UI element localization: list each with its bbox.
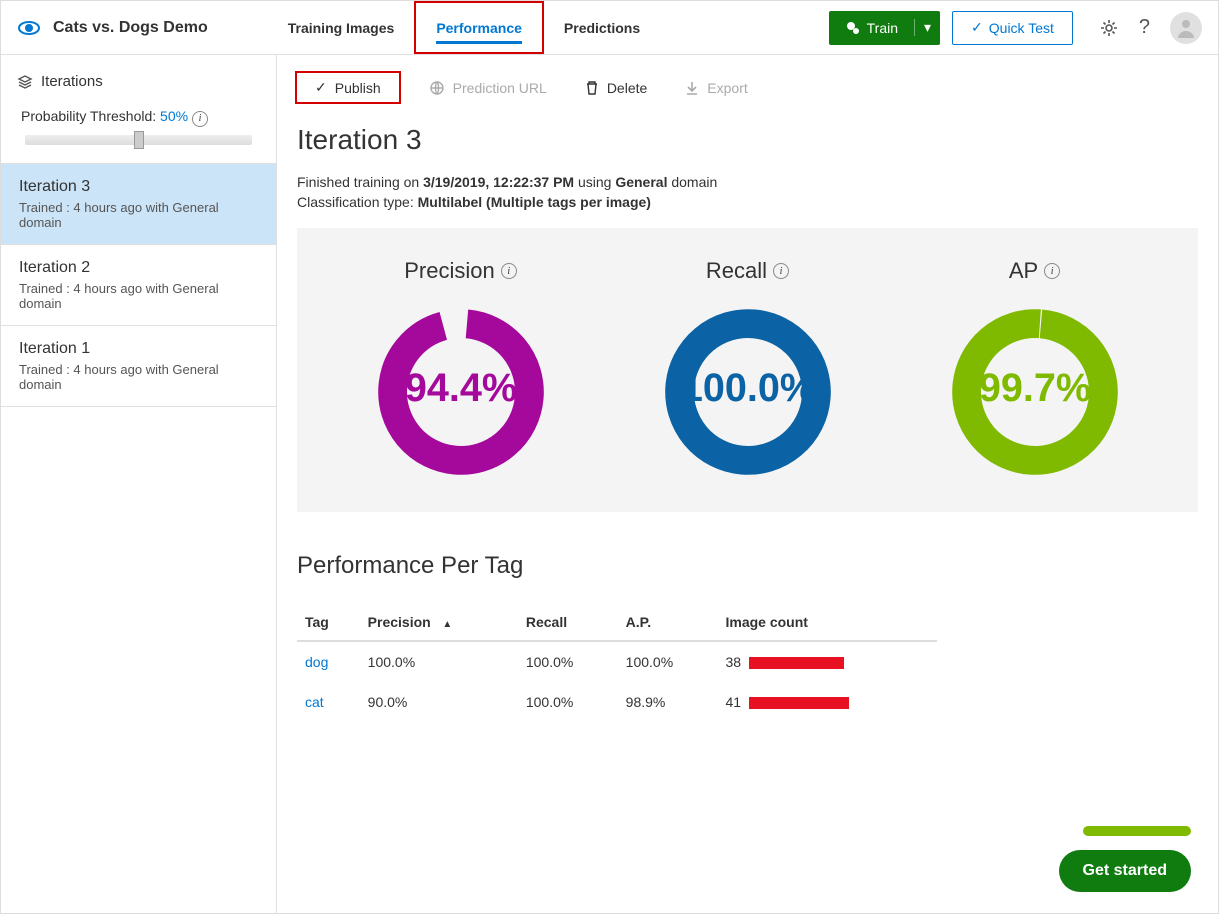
- recall-label: Recall: [706, 258, 767, 284]
- metric-precision: Precision i 94.4%: [371, 258, 551, 482]
- quick-test-label: Quick Test: [989, 20, 1054, 36]
- tab-performance[interactable]: Performance: [414, 1, 544, 54]
- iteration-item-subtitle: Trained : 4 hours ago with General domai…: [19, 200, 258, 230]
- project-title: Cats vs. Dogs Demo: [53, 19, 208, 37]
- iteration-item-title: Iteration 3: [19, 178, 258, 196]
- help-icon[interactable]: ?: [1139, 16, 1150, 39]
- performance-table: Tag Precision ▲ Recall A.P. Image count …: [297, 604, 937, 722]
- train-label: Train: [867, 20, 898, 36]
- cell-ap: 100.0%: [618, 641, 718, 682]
- logo-eye-icon: [17, 16, 41, 40]
- check-icon: ✓: [971, 19, 983, 36]
- ap-label: AP: [1009, 258, 1038, 284]
- cell-recall: 100.0%: [518, 641, 618, 682]
- table-row: cat 90.0% 100.0% 98.9% 41: [297, 682, 937, 722]
- export-label: Export: [707, 80, 747, 96]
- layers-icon: [17, 74, 33, 90]
- ap-donut-chart: 99.7%: [945, 302, 1125, 482]
- count-bar: [749, 657, 844, 669]
- info-icon[interactable]: i: [192, 111, 208, 127]
- col-image-count[interactable]: Image count: [717, 604, 937, 641]
- sidebar-heading: Iterations: [1, 55, 276, 102]
- cell-precision: 100.0%: [360, 641, 518, 682]
- precision-donut-chart: 94.4%: [371, 302, 551, 482]
- iteration-item-title: Iteration 1: [19, 340, 258, 358]
- performance-per-tag-heading: Performance Per Tag: [297, 552, 1198, 580]
- slider-handle[interactable]: [134, 131, 144, 149]
- probability-threshold: Probability Threshold: 50% i: [1, 102, 276, 163]
- col-ap[interactable]: A.P.: [618, 604, 718, 641]
- app-header: Cats vs. Dogs Demo Training Images Perfo…: [1, 1, 1218, 55]
- train-dropdown[interactable]: ▾: [914, 19, 940, 36]
- cell-image-count: 38: [717, 641, 937, 682]
- train-button[interactable]: Train ▾: [829, 11, 940, 45]
- main-panel: ✓ Publish Prediction URL Delete Export: [277, 55, 1218, 913]
- cell-image-count: 41: [717, 682, 937, 722]
- recall-donut-chart: 100.0%: [658, 302, 838, 482]
- col-tag[interactable]: Tag: [297, 604, 360, 641]
- iteration-item-title: Iteration 2: [19, 259, 258, 277]
- svg-text:94.4%: 94.4%: [404, 366, 516, 410]
- info-icon[interactable]: i: [1044, 263, 1060, 279]
- info-icon[interactable]: i: [773, 263, 789, 279]
- col-precision[interactable]: Precision ▲: [360, 604, 518, 641]
- publish-button[interactable]: ✓ Publish: [295, 71, 401, 104]
- threshold-slider[interactable]: [25, 135, 252, 145]
- tag-link[interactable]: cat: [305, 694, 324, 710]
- col-recall[interactable]: Recall: [518, 604, 618, 641]
- iteration-item-subtitle: Trained : 4 hours ago with General domai…: [19, 281, 258, 311]
- prediction-url-button[interactable]: Prediction URL: [419, 76, 557, 100]
- tab-training-images[interactable]: Training Images: [268, 1, 415, 54]
- svg-text:100.0%: 100.0%: [680, 366, 814, 410]
- iteration-toolbar: ✓ Publish Prediction URL Delete Export: [277, 55, 1218, 114]
- download-icon: [685, 80, 699, 96]
- prediction-url-label: Prediction URL: [453, 80, 547, 96]
- iteration-item-subtitle: Trained : 4 hours ago with General domai…: [19, 362, 258, 392]
- count-bar: [749, 697, 849, 709]
- cell-recall: 100.0%: [518, 682, 618, 722]
- sidebar-heading-text: Iterations: [41, 73, 103, 90]
- get-started-progress: [1083, 826, 1191, 836]
- gears-icon: [845, 20, 861, 36]
- quick-test-button[interactable]: ✓ Quick Test: [952, 11, 1073, 45]
- check-icon: ✓: [315, 79, 327, 96]
- iteration-item[interactable]: Iteration 3 Trained : 4 hours ago with G…: [1, 163, 276, 244]
- cell-precision: 90.0%: [360, 682, 518, 722]
- finished-training-line: Finished training on 3/19/2019, 12:22:37…: [297, 174, 1198, 190]
- delete-button[interactable]: Delete: [575, 76, 657, 100]
- get-started-button[interactable]: Get started: [1059, 850, 1191, 892]
- iteration-item[interactable]: Iteration 2 Trained : 4 hours ago with G…: [1, 244, 276, 325]
- classification-type-line: Classification type: Multilabel (Multipl…: [297, 194, 1198, 210]
- info-icon[interactable]: i: [501, 263, 517, 279]
- avatar[interactable]: [1170, 12, 1202, 44]
- sort-caret-up-icon: ▲: [442, 619, 452, 630]
- metric-recall: Recall i 100.0%: [658, 258, 838, 482]
- globe-icon: [429, 80, 445, 96]
- precision-label: Precision: [404, 258, 494, 284]
- publish-label: Publish: [335, 80, 381, 96]
- gear-icon[interactable]: [1099, 18, 1119, 38]
- tab-predictions[interactable]: Predictions: [544, 1, 660, 54]
- metrics-panel: Precision i 94.4% Recall i 100.0% AP i 9…: [297, 228, 1198, 512]
- table-row: dog 100.0% 100.0% 100.0% 38: [297, 641, 937, 682]
- threshold-value: 50%: [160, 108, 188, 124]
- export-button[interactable]: Export: [675, 76, 757, 100]
- sidebar: Iterations Probability Threshold: 50% i …: [1, 55, 277, 913]
- tag-link[interactable]: dog: [305, 654, 328, 670]
- iteration-item[interactable]: Iteration 1 Trained : 4 hours ago with G…: [1, 325, 276, 407]
- nav-tabs: Training Images Performance Predictions: [268, 1, 660, 54]
- trash-icon: [585, 80, 599, 96]
- delete-label: Delete: [607, 80, 647, 96]
- cell-ap: 98.9%: [618, 682, 718, 722]
- threshold-label: Probability Threshold:: [21, 108, 156, 124]
- iteration-title: Iteration 3: [297, 124, 1198, 156]
- metric-ap: AP i 99.7%: [945, 258, 1125, 482]
- svg-text:99.7%: 99.7%: [978, 366, 1090, 410]
